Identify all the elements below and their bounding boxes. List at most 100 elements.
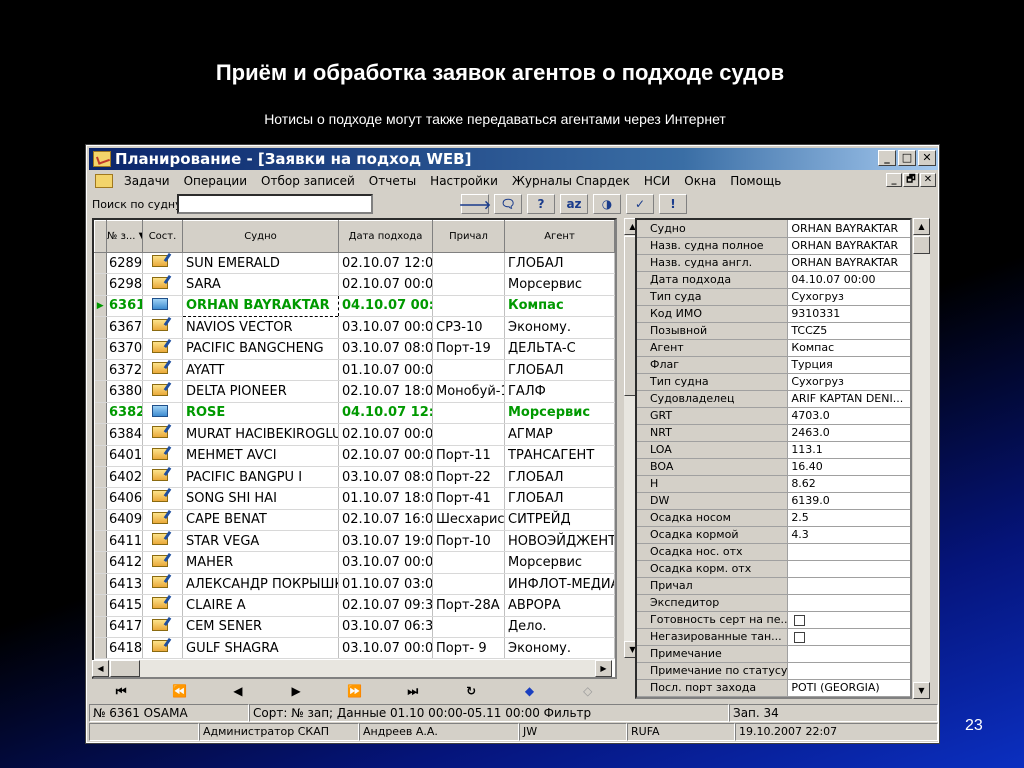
property-row[interactable]: Экспедитор <box>637 594 910 612</box>
mdi-minimize-button[interactable]: _ <box>886 173 902 187</box>
grid-header-arrival-date[interactable]: Дата подхода <box>338 220 433 253</box>
scroll-thumb[interactable] <box>110 660 140 677</box>
property-row[interactable]: Тип судна Сухогруз <box>637 373 910 391</box>
property-value[interactable] <box>787 577 910 595</box>
minimize-button[interactable]: _ <box>878 150 896 166</box>
prev-record-icon[interactable]: ◀ <box>209 684 267 698</box>
menu-settings[interactable]: Настройки <box>423 174 505 188</box>
property-checkbox[interactable] <box>794 614 806 626</box>
alert-icon[interactable]: ! <box>659 194 687 214</box>
property-value[interactable] <box>787 662 910 680</box>
properties-scrollbar[interactable]: ▲ ▼ <box>913 218 930 699</box>
scroll-left-icon[interactable]: ◀ <box>92 660 109 677</box>
property-value[interactable]: ORHAN BAYRAKTAR <box>787 254 910 272</box>
refresh-icon[interactable]: ↻ <box>442 684 500 698</box>
mdi-close-button[interactable]: ✕ <box>920 173 936 187</box>
property-value[interactable] <box>787 543 910 561</box>
table-row[interactable]: 6402 PACIFIC BANGPU I 03.10.07 08:00 Порт-2… <box>94 466 615 489</box>
property-row[interactable]: BOA 16.40 <box>637 458 910 476</box>
property-value[interactable]: Компас <box>787 339 910 357</box>
property-value[interactable]: ARIF KAPTAN DENI... <box>787 390 910 408</box>
property-row[interactable]: Тип суда Сухогруз <box>637 288 910 306</box>
property-value[interactable] <box>787 611 910 629</box>
property-value[interactable] <box>787 560 910 578</box>
property-row[interactable]: Готовность серт на пе... <box>637 611 910 629</box>
table-row[interactable]: 6367 NAVIOS VECTOR 03.10.07 00:00 СРЗ-10 Эко… <box>94 316 615 339</box>
menu-spardek-journals[interactable]: Журналы Спардек <box>505 174 637 188</box>
property-value[interactable]: ORHAN BAYRAKTAR <box>787 220 910 238</box>
table-row[interactable]: 6370 PACIFIC BANGCHENG 03.10.07 08:00 Порт-… <box>94 338 615 360</box>
table-row[interactable]: 6415 CLAIRE A 02.10.07 09:30 Порт-28А АВРОРА <box>94 594 615 617</box>
property-value[interactable]: POTI (GEORGIA) <box>787 679 910 697</box>
scroll-up-icon[interactable]: ▲ <box>913 218 930 235</box>
property-value[interactable]: 6139.0 <box>787 492 910 510</box>
table-row[interactable]: ▶6361 ORHAN BAYRAKTAR04.10.07 00:00 Компас <box>94 294 615 318</box>
property-row[interactable]: Код ИМО 9310331 <box>637 305 910 323</box>
table-row[interactable]: 6384 MURAT HACIBEKIROGLU 02.10.07 00:00 АГМ… <box>94 423 615 446</box>
next-page-icon[interactable]: ⏩ <box>325 684 383 698</box>
close-button[interactable]: ✕ <box>918 150 936 166</box>
property-row[interactable]: Позывной TCCZ5 <box>637 322 910 340</box>
property-row[interactable]: H 8.62 <box>637 475 910 493</box>
scroll-right-icon[interactable]: ▶ <box>595 660 612 677</box>
checklist-icon[interactable]: ✓ <box>626 194 654 214</box>
table-row[interactable]: 6413 АЛЕКСАНДР ПОКРЫШКИН01.10.07 03:00 ИНФ… <box>94 573 615 596</box>
message-icon[interactable]: 🗨 <box>494 194 522 214</box>
property-row[interactable]: Посл. порт захода POTI (GEORGIA) <box>637 679 910 697</box>
property-row[interactable]: Судно ORHAN BAYRAKTAR <box>637 220 910 238</box>
window-titlebar[interactable]: Планирование - [Заявки на подход WEB] _ … <box>89 148 938 170</box>
sort-az-icon[interactable]: az <box>560 194 588 214</box>
property-value[interactable]: 9310331 <box>787 305 910 323</box>
property-row[interactable]: Причал <box>637 577 910 595</box>
menu-nsi[interactable]: НСИ <box>637 174 677 188</box>
property-value[interactable]: Турция <box>787 356 910 374</box>
menu-operations[interactable]: Операции <box>177 174 254 188</box>
property-row[interactable]: LOA 113.1 <box>637 441 910 459</box>
prev-page-icon[interactable]: ⏪ <box>150 684 208 698</box>
property-row[interactable]: NRT 2463.0 <box>637 424 910 442</box>
property-row[interactable]: Осадка кормой 4.3 <box>637 526 910 544</box>
table-row[interactable]: 6380 DELTA PIONEER 02.10.07 18:00 Монобуй-1… <box>94 380 615 403</box>
maximize-button[interactable]: □ <box>898 150 916 166</box>
property-value[interactable]: 113.1 <box>787 441 910 459</box>
property-row[interactable]: Примечание <box>637 645 910 663</box>
menu-tasks[interactable]: Задачи <box>117 174 177 188</box>
property-row[interactable]: Назв. судна полное ORHAN BAYRAKTAR <box>637 237 910 255</box>
property-value[interactable]: 8.62 <box>787 475 910 493</box>
requests-grid[interactable]: № з... ▼ Сост. Судно Дата подхода Причал… <box>92 218 617 679</box>
property-value[interactable]: TCCZ5 <box>787 322 910 340</box>
property-value[interactable]: 2463.0 <box>787 424 910 442</box>
property-value[interactable]: 16.40 <box>787 458 910 476</box>
property-value[interactable]: 4.3 <box>787 526 910 544</box>
help-icon[interactable]: ? <box>527 194 555 214</box>
property-value[interactable] <box>787 594 910 612</box>
property-row[interactable]: Назв. судна англ. ORHAN BAYRAKTAR <box>637 254 910 272</box>
property-value[interactable] <box>787 628 910 646</box>
last-record-icon[interactable]: ⏭ <box>384 684 442 699</box>
table-row[interactable]: 6411 STAR VEGA 03.10.07 19:00 Порт-10 НОВОЭЙ… <box>94 530 615 553</box>
grid-header-berth[interactable]: Причал <box>432 220 505 253</box>
table-row[interactable]: 6382 ROSE04.10.07 12:00 Морсервис <box>94 402 615 425</box>
property-value[interactable]: 04.10.07 00:00 <box>787 271 910 289</box>
table-row[interactable]: 6372 AYATT 01.10.07 00:00 ГЛОБАЛ <box>94 359 615 382</box>
property-value[interactable]: 2.5 <box>787 509 910 527</box>
properties-panel[interactable]: Судно ORHAN BAYRAKTAR Назв. судна полное OR… <box>635 218 912 699</box>
table-row[interactable]: 6401 MEHMET AVCI 02.10.07 00:00 Порт-11 ТРАН… <box>94 445 615 467</box>
menu-record-filter[interactable]: Отбор записей <box>254 174 362 188</box>
grid-header-agent[interactable]: Агент <box>504 220 615 253</box>
table-row[interactable]: 6289 SUN EMERALD 02.10.07 12:00 ГЛОБАЛ <box>94 252 615 275</box>
property-checkbox[interactable] <box>794 631 806 643</box>
property-row[interactable]: Осадка корм. отх <box>637 560 910 578</box>
menu-help[interactable]: Помощь <box>723 174 788 188</box>
property-row[interactable]: DW 6139.0 <box>637 492 910 510</box>
next-record-icon[interactable]: ▶ <box>267 684 325 698</box>
mdi-doc-icon[interactable] <box>95 174 113 188</box>
property-row[interactable]: Примечание по статусу <box>637 662 910 680</box>
grid-horizontal-scrollbar[interactable]: ◀ ▶ <box>92 660 612 677</box>
property-row[interactable]: Дата подхода 04.10.07 00:00 <box>637 271 910 289</box>
open-doc-icon[interactable]: 🡒 <box>459 194 491 214</box>
contrast-icon[interactable]: ◑ <box>593 194 621 214</box>
grid-header-number[interactable]: № з... ▼ <box>106 220 143 253</box>
menu-windows[interactable]: Окна <box>677 174 723 188</box>
table-row[interactable]: 6412 MAHER 03.10.07 00:00 Морсервис <box>94 551 615 574</box>
